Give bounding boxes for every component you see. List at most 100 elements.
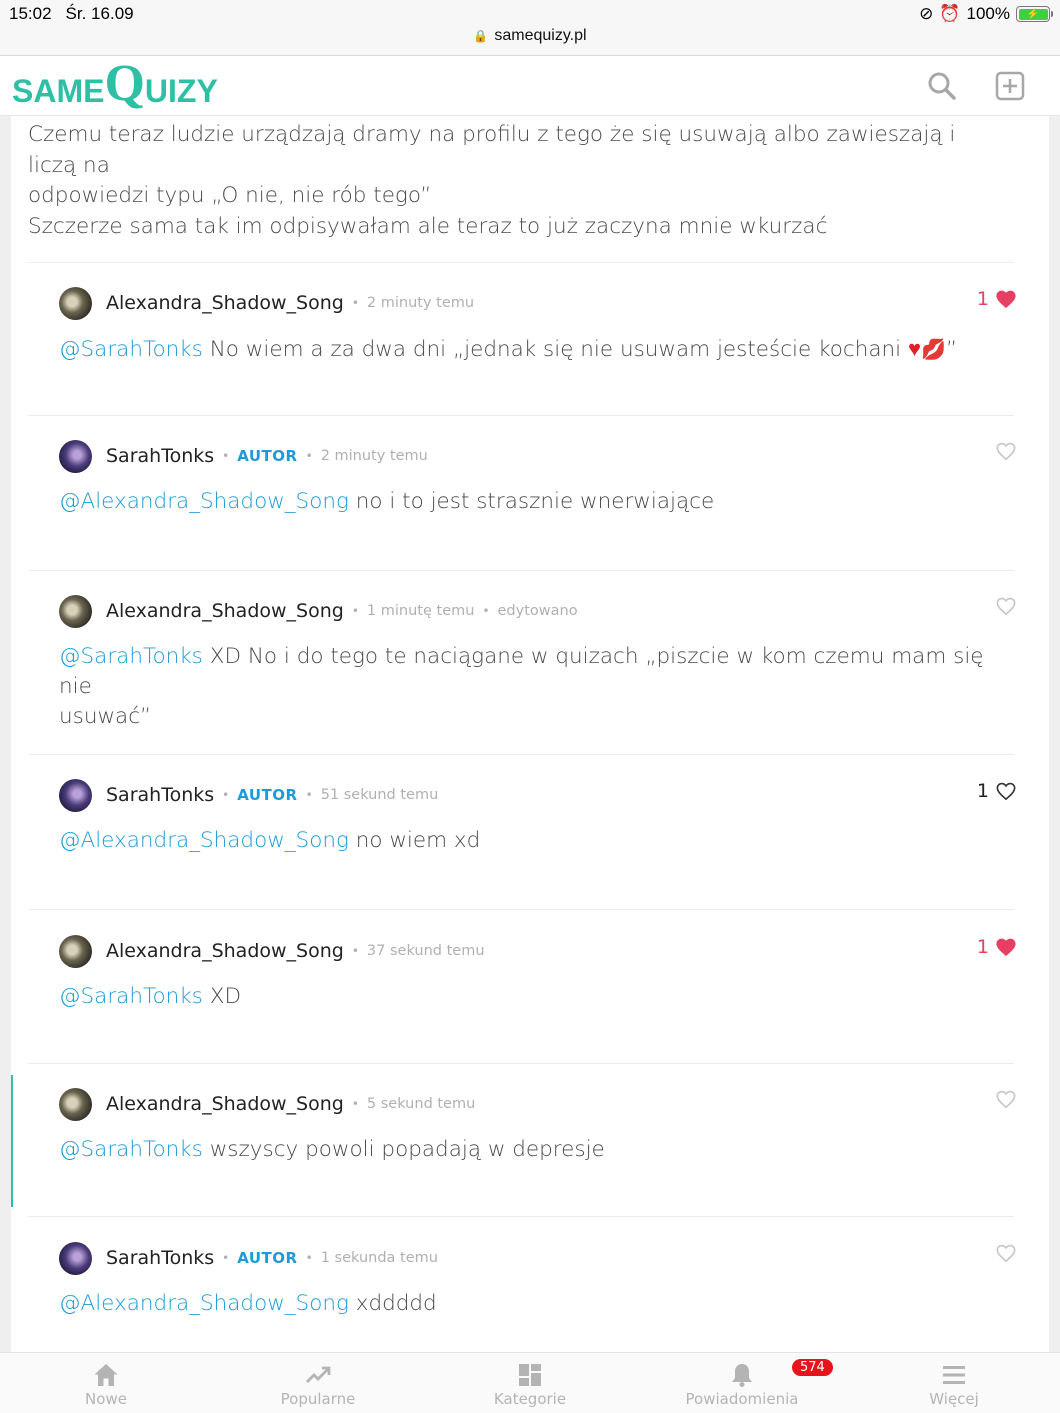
separator-dot: • [305,788,313,802]
comment: SarahTonks • AUTOR • 51 sekund temu 1 @A… [59,778,1017,856]
comment-header: Alexandra_Shadow_Song • 37 sekund temu 1 [59,934,1017,968]
mention-link[interactable]: @SarahTonks [59,644,203,669]
heart-filled-icon [996,938,1016,957]
avatar[interactable] [59,1241,92,1275]
comment-author[interactable]: SarahTonks [106,445,214,467]
avatar[interactable] [59,934,92,968]
comment-body: @SarahTonks XD [59,982,1017,1012]
mention-link[interactable]: @Alexandra_Shadow_Song [59,828,349,853]
status-bar: 15:02 Śr. 16.09 ⊘ ⏰ 100% ⚡ 🔒 samequizy.pl [0,0,1060,56]
mention-link[interactable]: @Alexandra_Shadow_Song [59,489,349,514]
post-line: Czemu teraz ludzie urządzają dramy na pr… [28,122,963,178]
samequizy-logo[interactable]: SAMEQUIZY [12,58,218,110]
comment-text: XD [202,984,242,1009]
divider [28,909,1014,910]
bell-icon [732,1364,752,1387]
comment-header: Alexandra_Shadow_Song • 5 sekund temu [59,1087,1017,1121]
comment-author[interactable]: SarahTonks [106,1247,214,1269]
separator-dot: • [351,604,359,618]
site-header: SAMEQUIZY [0,56,1060,116]
comment-text: no wiem xd [348,828,481,853]
like-button[interactable]: 1 [977,936,1017,958]
date: Śr. 16.09 [65,4,134,23]
avatar[interactable] [59,778,92,812]
mention-link[interactable]: @Alexandra_Shadow_Song [59,1291,349,1316]
lock-icon: 🔒 [473,29,489,43]
separator-dot: • [351,1097,359,1111]
tab-popularne[interactable]: Popularne [212,1353,424,1413]
like-count: 1 [976,936,989,958]
divider [28,754,1014,755]
search-button[interactable] [926,70,958,102]
clock: 15:02 [9,4,52,23]
like-count: 1 [976,780,989,802]
separator-dot: • [222,449,230,463]
comment: Alexandra_Shadow_Song • 2 minuty temu 1 … [59,286,1017,365]
avatar[interactable] [59,1087,92,1121]
tab-kategorie[interactable]: Kategorie [424,1353,636,1413]
battery-percent: 100% [966,4,1010,23]
like-button[interactable]: 1 [977,288,1017,310]
tab-powiadomienia[interactable]: Powiadomienia 574 [636,1353,848,1413]
separator-dot: • [482,604,490,618]
plus-square-icon [995,71,1025,101]
divider [28,262,1014,263]
tab-nowe[interactable]: Nowe [0,1353,212,1413]
edited-label: edytowano [497,603,578,619]
status-time: 15:02 Śr. 16.09 [9,4,134,24]
heart-outline-icon [996,597,1016,616]
comment-time: 1 sekunda temu [320,1250,438,1266]
tab-label: Kategorie [493,1390,567,1408]
comment-body: @SarahTonks wszyscy powoli popadają w de… [59,1135,1017,1165]
like-count: 1 [976,288,989,310]
heart-filled-icon [996,290,1016,309]
comment-author[interactable]: Alexandra_Shadow_Song [106,292,344,314]
comment-header: SarahTonks • AUTOR • 51 sekund temu 1 [59,778,1017,812]
comment-body: @SarahTonks No wiem a za dwa dni „jednak… [59,334,1017,365]
like-button[interactable] [995,1089,1017,1109]
like-button[interactable]: 1 [977,780,1017,802]
comment: Alexandra_Shadow_Song • 5 sekund temu @S… [11,1075,1017,1207]
logo-uizy: UIZY [144,73,218,109]
comment-text: xddddd [348,1291,437,1316]
address-bar[interactable]: 🔒 samequizy.pl [0,27,1060,45]
mention-link[interactable]: @SarahTonks [59,1137,203,1162]
comment-body: @Alexandra_Shadow_Song xddddd [59,1289,1017,1319]
tab-wiecej[interactable]: Więcej [848,1353,1060,1413]
comment: Alexandra_Shadow_Song • 37 sekund temu 1… [59,934,1017,1012]
comment-time: 5 sekund temu [366,1096,476,1112]
comment-time: 2 minuty temu [366,295,475,311]
notification-count-badge: 574 [792,1359,833,1376]
red-heart-emoji: ♥ [907,337,922,362]
like-button[interactable] [995,1243,1017,1263]
comment-author[interactable]: SarahTonks [106,784,214,806]
post-body: Czemu teraz ludzie urządzają dramy na pr… [28,120,988,242]
search-icon [928,72,956,100]
add-quiz-button[interactable] [994,70,1026,102]
mention-link[interactable]: @SarahTonks [59,337,203,362]
comment-header: SarahTonks • AUTOR • 2 minuty temu [59,439,1017,473]
avatar[interactable] [59,594,92,628]
avatar[interactable] [59,286,92,320]
comment-text: no i to jest strasznie wnerwiające [348,489,715,514]
bottom-tab-bar: Nowe Popularne Kategorie Powiadomienia 5… [0,1352,1060,1413]
comment-time: 51 sekund temu [320,787,439,803]
comment-author[interactable]: Alexandra_Shadow_Song [106,1093,344,1115]
kiss-mark-emoji: 💋 [921,337,946,361]
comment-text-end: ” [945,337,958,362]
like-button[interactable] [995,441,1017,461]
comment-header: SarahTonks • AUTOR • 1 sekunda temu [59,1241,1017,1275]
comment-author[interactable]: Alexandra_Shadow_Song [106,940,344,962]
author-badge: AUTOR [237,1249,298,1267]
comment-time: 37 sekund temu [366,943,485,959]
comment-time: 1 minutę temu [366,603,475,619]
comment-text: wszyscy powoli popadają w depresje [202,1137,605,1162]
separator-dot: • [305,449,313,463]
avatar[interactable] [59,439,92,473]
mention-link[interactable]: @SarahTonks [59,984,203,1009]
comment-author[interactable]: Alexandra_Shadow_Song [106,600,344,622]
heart-outline-icon [996,1090,1016,1109]
comment-header: Alexandra_Shadow_Song • 2 minuty temu 1 [59,286,1017,320]
like-button[interactable] [995,596,1017,616]
divider [28,1216,1014,1217]
